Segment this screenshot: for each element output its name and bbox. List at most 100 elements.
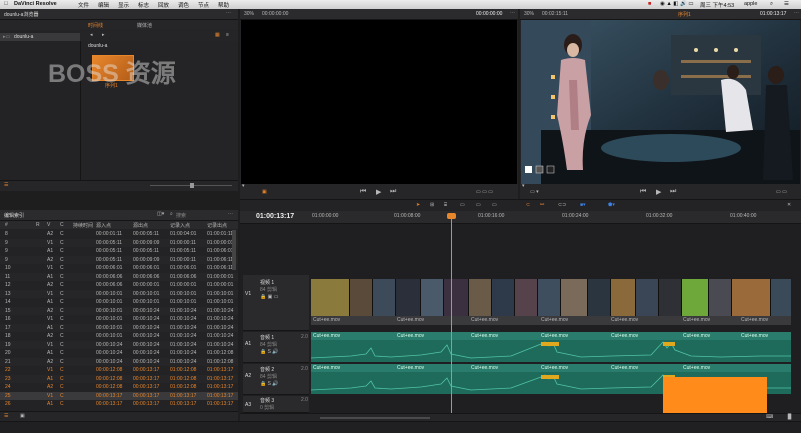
playhead-handle[interactable] [447, 213, 456, 219]
col-rec-in[interactable]: 记录入点 [170, 222, 190, 229]
program-play-icon[interactable]: ▶ [656, 188, 661, 196]
table-row[interactable]: 19 V1 C 00:00:10:24 00:00:10:24 01:00:10:24 01… [0, 340, 238, 349]
menu-mark[interactable]: 标志 [138, 1, 149, 9]
table-row[interactable]: 23 A1 C 00:00:12:08 00:00:13:17 01:00:12:08 01… [0, 374, 238, 383]
col-rec-out[interactable]: 记录出点 [207, 222, 227, 229]
snap-icon[interactable]: ⊂ [526, 202, 530, 208]
app-name-menu[interactable]: DaVinci Resolve [14, 1, 57, 7]
col-reel[interactable]: R [36, 222, 40, 228]
table-row[interactable]: 13 V1 C 00:00:10:01 00:00:10:01 01:00:10:01 01… [0, 289, 238, 298]
source-viewer-canvas[interactable] [241, 20, 517, 184]
timeline-ruler[interactable]: 01:00:13:17 01:00:00:00 01:00:08:00 01:0… [240, 211, 801, 224]
source-playhead-marker[interactable]: ▾ [242, 183, 245, 189]
menu-file[interactable]: 文件 [78, 1, 89, 9]
index-list-icon[interactable]: ☰ [4, 413, 8, 419]
grid-view-icon[interactable]: ▦ [215, 32, 220, 38]
video-track-v1[interactable]: Cut+ee.mov Cut+ee.mov Cut+ee.mov Cut+ee.… [311, 279, 791, 325]
menu-view[interactable]: 显示 [118, 1, 129, 9]
track-header-a2[interactable]: A2 音频 2 2.0 84 剪辑 🔒 S 🔊 [243, 364, 309, 395]
program-next-icon[interactable]: ⏭ [670, 188, 676, 196]
table-row[interactable]: 15 A2 C 00:00:10:01 00:00:10:24 01:00:10:24 01… [0, 306, 238, 315]
panel-menu-icon[interactable]: ⋯ [226, 10, 231, 16]
marker-icon[interactable]: ⬟▾ [608, 202, 615, 208]
source-monitor-icon[interactable]: ▣ [262, 189, 267, 195]
source-zoom[interactable]: 30% [244, 11, 254, 17]
timeline-scrollbar[interactable] [320, 417, 430, 419]
table-row[interactable]: 9 A2 C 00:00:05:11 00:00:09:09 01:00:00:11 01:… [0, 255, 238, 264]
table-row[interactable]: 10 V1 C 00:00:06:01 00:00:06:01 01:00:06:01 01… [0, 264, 238, 272]
track-controls-a2[interactable]: 🔒 S 🔊 [260, 381, 279, 387]
program-zoom[interactable]: 30% [524, 11, 534, 17]
table-row[interactable]: 11 A1 C 00:00:06:06 00:00:06:06 01:00:06:06 01… [0, 272, 238, 281]
program-menu-icon[interactable]: ⋯ [794, 10, 799, 16]
source-menu-icon[interactable]: ⋯ [510, 10, 515, 16]
back-icon[interactable]: ◂ [90, 32, 93, 38]
flag-icon[interactable]: ■▾ [580, 202, 586, 208]
menu-nodes[interactable]: 节点 [198, 1, 209, 9]
menubar-user[interactable]: apple [744, 1, 757, 7]
source-overlay-icons[interactable]: ▭ ▭ ▭ [476, 189, 493, 195]
table-row[interactable]: 20 A1 C 00:00:10:24 00:00:10:24 01:00:10:24 01… [0, 349, 238, 357]
menu-color[interactable]: 调色 [178, 1, 189, 9]
source-prev-icon[interactable]: ⏮ [360, 188, 366, 196]
table-row[interactable]: 12 A2 C 00:00:06:06 00:00:00:01 01:00:00:01 01… [0, 281, 238, 289]
source-play-icon[interactable]: ▶ [376, 188, 381, 196]
table-row[interactable]: 16 V1 C 00:00:10:01 00:00:10:24 01:00:10:24 01… [0, 315, 238, 323]
table-row[interactable]: 22 V1 C 00:00:12:08 00:00:13:17 01:00:12:08 01… [0, 366, 238, 374]
program-playhead-marker[interactable]: ▾ [522, 183, 525, 189]
col-duration[interactable]: 持续时间 [73, 222, 93, 229]
program-viewer-canvas[interactable] [521, 20, 800, 184]
table-row[interactable]: 26 A1 C 00:00:13:17 00:00:13:17 01:00:13:17 01… [0, 400, 238, 408]
overwrite-icon[interactable]: ▭ [476, 202, 481, 208]
table-row[interactable]: 21 A2 C 00:00:10:24 00:00:10:24 01:00:10:24 01… [0, 357, 238, 366]
tab-media-pool[interactable]: 媒体池 [137, 22, 152, 29]
col-src-in[interactable]: 源入点 [96, 222, 111, 229]
fullscreen-icon[interactable]: ✕ [787, 202, 791, 208]
source-next-icon[interactable]: ⏭ [390, 188, 396, 196]
search-input[interactable]: 搜索 [176, 212, 186, 219]
spotlight-search-icon[interactable]: ⌕ [770, 1, 773, 8]
list-view-icon[interactable]: ≡ [226, 32, 229, 38]
list-toggle-icon[interactable]: ☰ [4, 182, 8, 188]
folder-item[interactable]: ▸▭ dounlu-a [0, 33, 80, 41]
track-header-a3[interactable]: A3 音频 3 2.0 0 剪辑 [243, 396, 309, 413]
apple-menu-icon[interactable]:  [4, 1, 8, 7]
insert-icon[interactable]: ▭ [460, 202, 465, 208]
timeline-playhead[interactable] [451, 215, 452, 421]
table-row[interactable]: 24 A2 C 00:00:12:08 00:00:13:17 01:00:12:08 01… [0, 383, 238, 391]
index-thumb-icon[interactable]: ▣ [20, 413, 25, 419]
table-row[interactable]: 14 A1 C 00:00:10:01 00:00:10:01 01:00:10:01 01… [0, 298, 238, 306]
track-controls-v1[interactable]: 🔒 ▣ ▭ [260, 294, 278, 300]
status-icons[interactable]: ◉ ▲ ◧ 🔊 ▭ [660, 1, 694, 7]
track-header-a1[interactable]: A1 音频 1 2.0 84 剪辑 🔒 S 🔊 [243, 332, 309, 363]
filter-icon[interactable]: ◫▾ [157, 211, 164, 217]
track-controls-a1[interactable]: 🔒 S 🔊 [260, 349, 279, 355]
menu-playback[interactable]: 回放 [158, 1, 169, 9]
selection-tool-icon[interactable]: ➤ [416, 202, 420, 208]
blade-tool-icon[interactable]: ⌸ [444, 202, 447, 208]
table-row[interactable]: 17 A1 C 00:00:10:01 00:00:10:24 01:00:10:24 01… [0, 323, 238, 332]
program-prev-icon[interactable]: ⏮ [640, 188, 646, 196]
edit-index-scrollbar[interactable] [232, 230, 236, 270]
menu-help[interactable]: 帮助 [218, 1, 229, 9]
col-c[interactable]: C [60, 222, 64, 228]
tab-timeline[interactable]: 时间线 [88, 22, 103, 29]
program-options-icon[interactable]: ▭ ▾ [530, 189, 539, 195]
chain-icon[interactable]: ⊂⊃ [558, 202, 566, 208]
table-row[interactable]: 8 A2 C 00:00:01:11 00:00:05:11 01:00:04:01 01:… [0, 230, 238, 238]
trim-tool-icon[interactable]: ⊞ [430, 202, 434, 208]
notification-icon[interactable]: ☰ [784, 1, 789, 7]
status-red-icon[interactable]: ■ [648, 1, 651, 7]
keyboard-icon[interactable]: ⌨ [766, 414, 773, 420]
col-v[interactable]: V [47, 222, 50, 228]
col-index[interactable]: # [5, 222, 8, 228]
table-row[interactable]: 25 V1 C 00:00:13:17 00:00:13:17 01:00:13:17 01… [0, 391, 238, 400]
replace-icon[interactable]: ▭ [492, 202, 497, 208]
zoom-slider-handle[interactable] [190, 183, 194, 188]
link-icon[interactable]: ⚯ [540, 202, 544, 208]
edit-index-menu-icon[interactable]: ⋯ [228, 211, 233, 217]
table-row[interactable]: 9 V1 C 00:00:05:11 00:00:09:09 01:00:00:11 01:… [0, 238, 238, 247]
table-row[interactable]: 9 A1 C 00:00:05:11 00:00:05:11 01:00:05:11 01:… [0, 247, 238, 255]
audio-meter-icon[interactable]: ▐▌ [786, 414, 793, 420]
menu-edit[interactable]: 编辑 [98, 1, 109, 9]
